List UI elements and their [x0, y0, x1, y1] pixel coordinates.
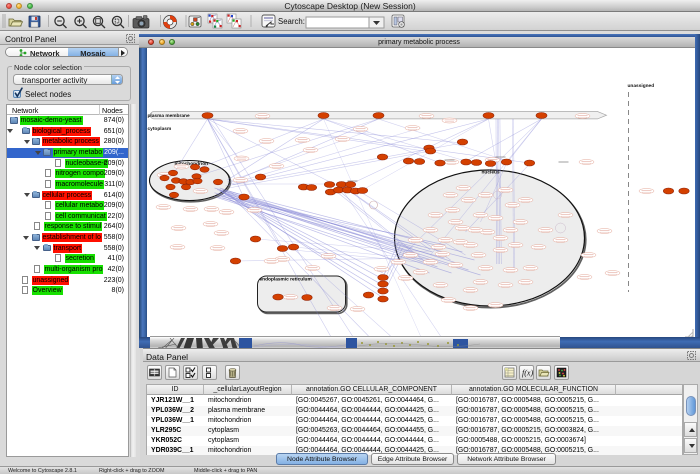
svg-text:plasma membrane: plasma membrane	[147, 113, 189, 119]
svg-text:endoplasmic reticulum: endoplasmic reticulum	[259, 277, 311, 283]
svg-text:cytoplasm: cytoplasm	[147, 126, 171, 132]
svg-text:unassigned: unassigned	[627, 83, 654, 89]
svg-text:f(x): f(x)	[522, 369, 533, 378]
svg-text:Search:: Search:	[278, 17, 305, 26]
svg-text:nucleus: nucleus	[481, 170, 499, 176]
